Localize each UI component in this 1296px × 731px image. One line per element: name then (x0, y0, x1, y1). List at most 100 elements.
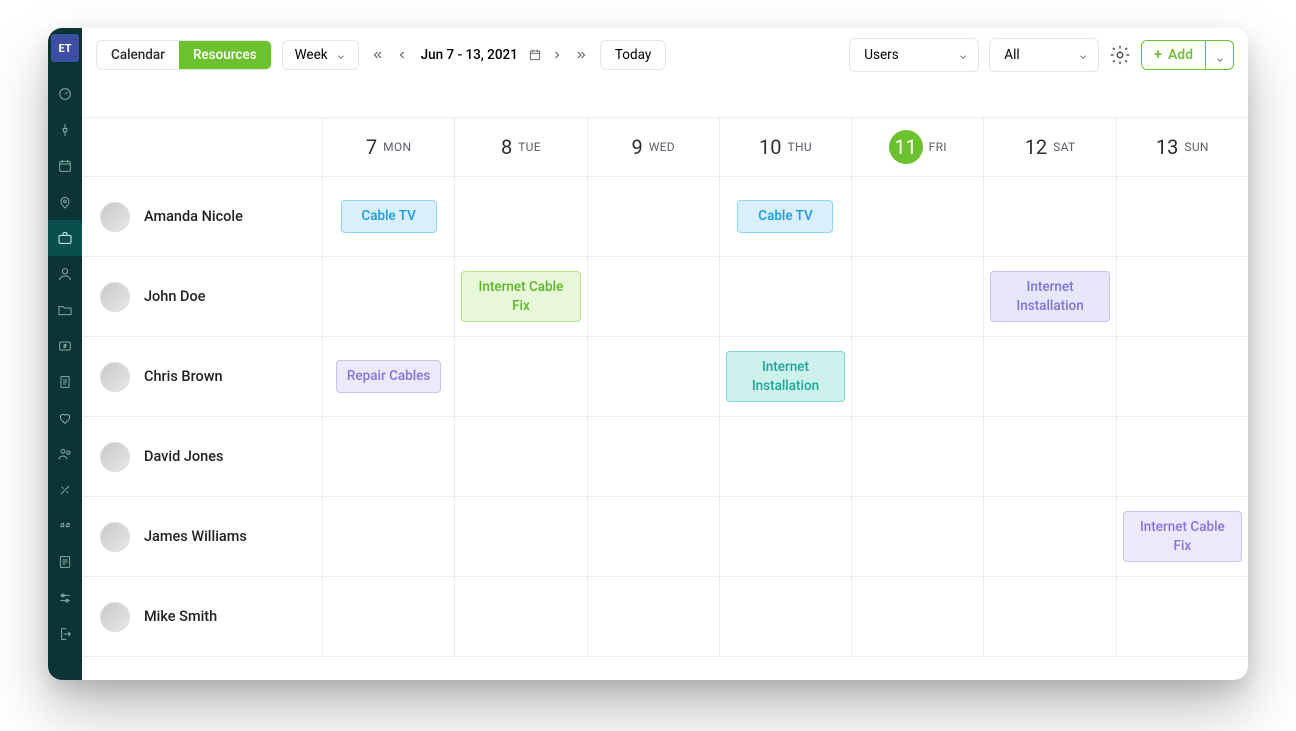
sidebar-folder[interactable] (48, 292, 82, 328)
schedule-cell[interactable] (454, 577, 586, 656)
schedule-cell[interactable] (322, 417, 454, 496)
schedule-cell[interactable] (322, 497, 454, 576)
schedule-cell[interactable] (454, 177, 586, 256)
sidebar-dollar[interactable] (48, 328, 82, 364)
add-button[interactable]: + Add (1142, 41, 1205, 69)
sidebar-person[interactable] (48, 256, 82, 292)
schedule-cell[interactable] (322, 577, 454, 656)
chevron-down-icon (958, 50, 968, 60)
today-button[interactable]: Today (600, 40, 666, 70)
schedule-cell[interactable] (719, 497, 851, 576)
schedule-cell[interactable] (851, 577, 983, 656)
resource-name: Amanda Nicole (144, 208, 243, 225)
plus-icon: + (1154, 47, 1162, 63)
schedule-cell[interactable] (1116, 257, 1248, 336)
add-button-group: + Add (1141, 40, 1234, 70)
view-range-dropdown[interactable]: Week (282, 40, 359, 70)
day-of-week: SUN (1184, 140, 1208, 154)
schedule-cell[interactable] (851, 497, 983, 576)
header-empty (82, 118, 322, 176)
sidebar-dashboard[interactable] (48, 76, 82, 112)
schedule-cell[interactable] (1116, 417, 1248, 496)
schedule-cell[interactable] (983, 337, 1115, 416)
day-of-week: SAT (1053, 140, 1075, 154)
sidebar-calendar[interactable] (48, 148, 82, 184)
nav-next-button[interactable] (548, 41, 566, 69)
day-number: 12 (1025, 135, 1047, 159)
sidebar: ET (48, 28, 82, 680)
event-card[interactable]: Internet Installation (990, 271, 1109, 321)
tab-resources[interactable]: Resources (179, 41, 271, 69)
schedule-cell[interactable]: Repair Cables (322, 337, 454, 416)
schedule-cell[interactable] (1116, 577, 1248, 656)
calendar-icon[interactable] (528, 48, 542, 62)
event-card[interactable]: Cable TV (737, 200, 833, 232)
schedule-cell[interactable] (587, 337, 719, 416)
sidebar-quote[interactable] (48, 508, 82, 544)
day-number: 9 (631, 135, 642, 159)
schedule-cell[interactable]: Internet Cable Fix (454, 257, 586, 336)
sidebar-tools[interactable] (48, 472, 82, 508)
sidebar-report[interactable] (48, 544, 82, 580)
resource-row: John Doe Internet Cable Fix Internet Insta… (82, 257, 1248, 337)
schedule-cell[interactable] (719, 577, 851, 656)
schedule-cell[interactable] (454, 337, 586, 416)
sidebar-pin[interactable] (48, 112, 82, 148)
nav-prev-button[interactable] (393, 41, 411, 69)
schedule-cell[interactable] (719, 257, 851, 336)
avatar (100, 442, 130, 472)
schedule-cell[interactable]: Internet Installation (983, 257, 1115, 336)
schedule-cell[interactable]: Cable TV (719, 177, 851, 256)
event-card[interactable]: Internet Installation (726, 351, 845, 401)
schedule-cell[interactable] (983, 577, 1115, 656)
schedule-cell[interactable]: Cable TV (322, 177, 454, 256)
app-logo: ET (51, 34, 79, 62)
all-filter-select[interactable]: All (989, 38, 1099, 72)
day-number: 13 (1156, 135, 1178, 159)
day-header: 11FRI (851, 118, 983, 176)
schedule-cell[interactable] (851, 417, 983, 496)
schedule-cell[interactable] (851, 257, 983, 336)
resource-row: Mike Smith (82, 577, 1248, 657)
schedule-cell[interactable] (1116, 337, 1248, 416)
event-card[interactable]: Cable TV (341, 200, 437, 232)
sidebar-briefcase[interactable] (48, 220, 82, 256)
schedule-cell[interactable] (851, 337, 983, 416)
schedule-cell[interactable] (587, 257, 719, 336)
app-window: ET Calendar Resources Week (48, 28, 1248, 680)
nav-prev-fast-button[interactable] (369, 41, 387, 69)
schedule-cell[interactable] (983, 417, 1115, 496)
avatar (100, 522, 130, 552)
tab-calendar[interactable]: Calendar (97, 41, 179, 69)
schedule-cell[interactable] (322, 257, 454, 336)
schedule-cell[interactable] (587, 577, 719, 656)
schedule-cell[interactable] (719, 417, 851, 496)
sidebar-map[interactable] (48, 184, 82, 220)
event-card[interactable]: Internet Cable Fix (1123, 511, 1242, 561)
sidebar-sliders[interactable] (48, 580, 82, 616)
sidebar-logout[interactable] (48, 616, 82, 652)
sidebar-heart[interactable] (48, 400, 82, 436)
schedule-cell[interactable] (454, 417, 586, 496)
add-dropdown-button[interactable] (1205, 41, 1233, 69)
settings-button[interactable] (1109, 44, 1131, 66)
event-card[interactable]: Internet Cable Fix (461, 271, 580, 321)
schedule-cell[interactable] (983, 177, 1115, 256)
schedule-cell[interactable]: Internet Cable Fix (1116, 497, 1248, 576)
sidebar-document[interactable] (48, 364, 82, 400)
event-card[interactable]: Repair Cables (336, 360, 441, 392)
resource-name: John Doe (144, 288, 205, 305)
nav-next-fast-button[interactable] (572, 41, 590, 69)
schedule-cell[interactable] (587, 497, 719, 576)
day-of-week: THU (788, 140, 812, 154)
users-filter-select[interactable]: Users (849, 38, 979, 72)
schedule-cell[interactable] (983, 497, 1115, 576)
schedule-cell[interactable] (851, 177, 983, 256)
schedule-cell[interactable] (587, 177, 719, 256)
schedule-cell[interactable] (1116, 177, 1248, 256)
sidebar-people[interactable] (48, 436, 82, 472)
schedule-cell[interactable] (454, 497, 586, 576)
schedule-cell[interactable] (587, 417, 719, 496)
schedule-cell[interactable]: Internet Installation (719, 337, 851, 416)
resource-cell: Chris Brown (82, 337, 322, 416)
